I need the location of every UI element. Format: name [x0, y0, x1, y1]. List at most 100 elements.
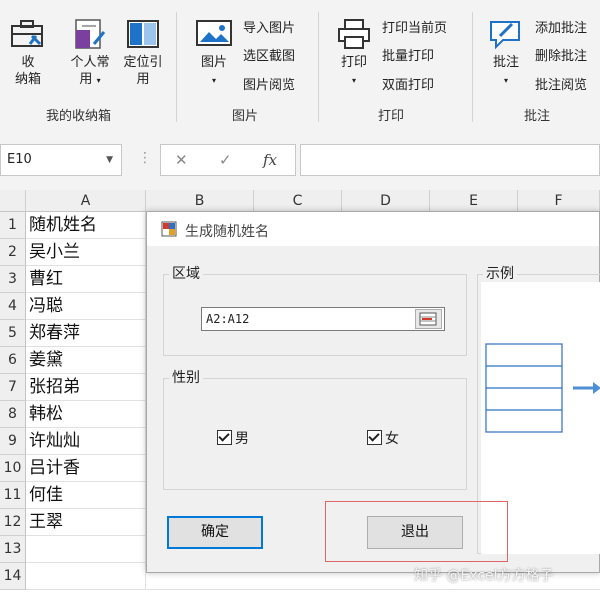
cell-a[interactable]: 冯聪	[26, 293, 146, 320]
cell-a[interactable]: 吕计香	[26, 455, 146, 482]
male-label: 男	[235, 431, 249, 447]
row-header[interactable]: 10	[0, 455, 26, 482]
column-header-b[interactable]: B	[146, 190, 254, 212]
app-icon	[161, 221, 177, 237]
group-label-toolbox: 我的收纳箱	[46, 109, 112, 124]
ok-button[interactable]: 确定	[167, 516, 263, 549]
column-header-d[interactable]: D	[342, 190, 430, 212]
female-checkbox[interactable]: 女	[367, 428, 399, 448]
group-label-picture: 图片	[232, 109, 259, 124]
cell-a[interactable]: 姜黛	[26, 347, 146, 374]
cell-a[interactable]: 随机姓名	[26, 212, 146, 239]
toolbox-icon	[11, 20, 43, 47]
group-label-print: 打印	[378, 109, 405, 124]
picture-icon	[196, 20, 232, 46]
cell-a[interactable]	[26, 563, 146, 590]
cell-a[interactable]: 王翠	[26, 509, 146, 536]
column-header-a[interactable]: A	[26, 190, 146, 212]
locate-button[interactable]: 定位引 用	[116, 18, 170, 88]
highlight-annotation-box	[325, 501, 508, 562]
dialog-titlebar[interactable]: 生成随机姓名	[147, 212, 599, 246]
row-header[interactable]: 8	[0, 401, 26, 428]
name-box[interactable]: E10 ▼	[0, 144, 122, 176]
toolbox-button[interactable]: 收 纳箱	[6, 18, 50, 88]
row-header[interactable]: 5	[0, 320, 26, 347]
cell-a[interactable]: 何佳	[26, 482, 146, 509]
row-header[interactable]: 7	[0, 374, 26, 401]
personal-doc-icon	[75, 19, 106, 49]
confirm-icon[interactable]: ✓	[219, 151, 232, 169]
column-header-f[interactable]: F	[518, 190, 600, 212]
delete-comment-item[interactable]: 删除批注	[535, 45, 587, 64]
formula-input[interactable]	[300, 144, 600, 176]
comment-view-item[interactable]: 批注阅览	[535, 74, 587, 93]
import-picture-item[interactable]: 导入图片	[243, 17, 295, 36]
range-picker-icon	[419, 312, 437, 326]
column-header-c[interactable]: C	[254, 190, 342, 212]
cell-a[interactable]	[26, 536, 146, 563]
chevron-down-icon: ▾	[96, 76, 101, 85]
range-select-button[interactable]	[415, 309, 442, 329]
locate-icon	[127, 20, 159, 48]
row-header[interactable]: 12	[0, 509, 26, 536]
select-screenshot-item[interactable]: 选区截图	[243, 45, 295, 64]
example-group-label: 示例	[483, 263, 517, 283]
locate-label: 定位引 用	[123, 55, 163, 87]
female-label: 女	[385, 431, 399, 447]
cell-a[interactable]: 许灿灿	[26, 428, 146, 455]
row-header[interactable]: 3	[0, 266, 26, 293]
cell-a[interactable]: 韩松	[26, 401, 146, 428]
row-header[interactable]: 4	[0, 293, 26, 320]
row-gridline	[146, 589, 600, 590]
chevron-down-icon[interactable]: ▼	[106, 145, 113, 175]
gender-group-label: 性别	[169, 367, 203, 387]
row-header[interactable]: 2	[0, 239, 26, 266]
gender-group	[163, 378, 467, 490]
print-label: 打印	[340, 55, 367, 70]
comment-label: 批注	[492, 55, 519, 70]
batch-print-item[interactable]: 批量打印	[382, 45, 434, 64]
range-group-label: 区域	[169, 263, 203, 283]
row-header[interactable]: 11	[0, 482, 26, 509]
personal-button[interactable]: 个人常 用 ▾	[62, 18, 118, 89]
ribbon: 收 纳箱 个人常 用 ▾ 定位引 用 我的收纳箱 图片 ▾ 导入图片 选区截图 …	[0, 0, 600, 131]
column-header-e[interactable]: E	[430, 190, 518, 212]
select-all-corner[interactable]	[0, 190, 26, 212]
cell-a[interactable]: 吴小兰	[26, 239, 146, 266]
cancel-icon[interactable]: ✕	[175, 151, 188, 169]
watermark: 知乎 @Excel方方格子	[414, 568, 554, 584]
row-header[interactable]: 13	[0, 536, 26, 563]
row-header[interactable]: 1	[0, 212, 26, 239]
print-button[interactable]: 打印 ▾	[332, 18, 376, 89]
group-label-comment: 批注	[524, 109, 551, 124]
picture-button[interactable]: 图片 ▾	[190, 18, 238, 89]
ribbon-divider	[176, 12, 177, 122]
male-checkbox[interactable]: 男	[217, 428, 249, 448]
chevron-down-icon: ▾	[211, 76, 216, 85]
duplex-print-item[interactable]: 双面打印	[382, 74, 434, 93]
range-input[interactable]: A2:A12	[201, 307, 445, 331]
dialog-title: 生成随机姓名	[185, 224, 269, 240]
cell-a[interactable]: 郑春萍	[26, 320, 146, 347]
picture-label: 图片	[200, 55, 227, 70]
cell-a[interactable]: 张招弟	[26, 374, 146, 401]
row-header[interactable]: 9	[0, 428, 26, 455]
print-current-page-item[interactable]: 打印当前页	[382, 17, 447, 36]
comment-button[interactable]: 批注 ▾	[484, 18, 528, 89]
comment-pen-icon	[490, 21, 520, 50]
personal-label: 个人常 用	[70, 55, 110, 87]
ribbon-divider	[472, 12, 473, 122]
cell-a[interactable]: 曹红	[26, 266, 146, 293]
row-header[interactable]: 6	[0, 347, 26, 374]
row-header[interactable]: 14	[0, 563, 26, 590]
fx-icon[interactable]: fx	[263, 151, 277, 169]
printer-icon	[338, 19, 370, 49]
range-input-value: A2:A12	[206, 312, 250, 326]
ribbon-divider	[318, 12, 319, 122]
example-table-icon	[485, 343, 600, 433]
checkbox-checked-icon	[367, 430, 382, 445]
add-comment-item[interactable]: 添加批注	[535, 17, 587, 36]
picture-view-item[interactable]: 图片阅览	[243, 74, 295, 93]
chevron-down-icon: ▾	[503, 76, 508, 85]
chevron-down-icon: ▾	[351, 76, 356, 85]
